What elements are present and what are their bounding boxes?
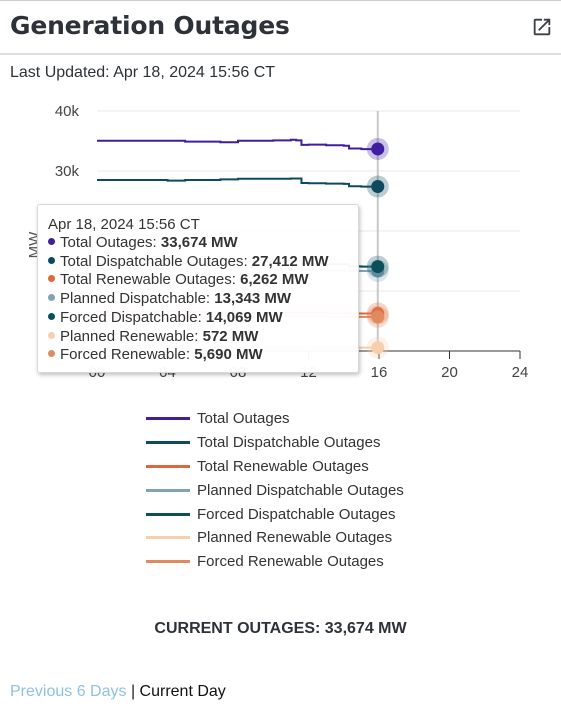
previous-6-days-link[interactable]: Previous 6 Days [10, 683, 127, 700]
series-dot-icon [48, 256, 55, 264]
tooltip-row-value: 5,690 MW [194, 346, 263, 364]
page-title: Generation Outages [10, 11, 290, 40]
legend-swatch-icon [146, 417, 190, 421]
tooltip-row-value: 572 MW [202, 327, 259, 345]
chart-legend: Total Outages Total Dispatchable Outages T… [146, 407, 404, 574]
header: Generation Outages [0, 1, 561, 55]
tooltip-title: Apr 18, 2024 15:56 CT [48, 216, 200, 233]
y-axis-ticks: 40k 30k [55, 103, 80, 180]
legend-label: Forced Dispatchable Outages [197, 505, 396, 523]
y-tick-label: 30k [55, 163, 80, 180]
tooltip-row-label: Planned Dispatchable: [60, 290, 215, 308]
hover-marker [371, 341, 385, 355]
legend-label: Planned Renewable Outages [197, 529, 393, 547]
series-dot-icon [48, 350, 55, 358]
hover-marker [371, 180, 385, 194]
tooltip-row-value: 33,674 MW [160, 234, 238, 251]
x-tick-label: 16 [371, 364, 388, 381]
legend-swatch-icon [146, 536, 190, 540]
legend-item[interactable]: Total Dispatchable Outages [146, 431, 404, 455]
tooltip-row-value: 13,343 MW [214, 290, 291, 308]
hover-marker [371, 310, 385, 324]
legend-swatch-icon [146, 441, 190, 445]
tooltip-row-label: Forced Renewable: [60, 346, 195, 364]
legend-item[interactable]: Forced Dispatchable Outages [146, 502, 404, 526]
series-dot-icon [48, 294, 55, 302]
tooltip-row-value: 27,412 MW [251, 252, 329, 270]
tooltip-row: Total Outages: 33,674 MW [48, 234, 348, 253]
tooltip-row: Forced Renewable: 5,690 MW [48, 346, 348, 365]
legend-label: Forced Renewable Outages [197, 553, 384, 571]
legend-label: Total Renewable Outages [197, 457, 369, 475]
tooltip-row: Forced Dispatchable: 14,069 MW [48, 309, 348, 328]
current-day-link[interactable]: Current Day [140, 683, 226, 700]
legend-item[interactable]: Total Outages [146, 407, 404, 431]
external-link-icon[interactable] [531, 16, 553, 38]
tooltip-row: Planned Dispatchable: 13,343 MW [48, 290, 348, 309]
tooltip-row-label: Forced Dispatchable: [60, 308, 206, 326]
hover-marker [371, 142, 385, 156]
day-range-nav: Previous 6 Days | Current Day [10, 683, 226, 701]
tooltip-row-label: Total Dispatchable Outages: [60, 252, 252, 270]
legend-swatch-icon [146, 560, 190, 564]
legend-swatch-icon [146, 488, 190, 492]
nav-separator: | [126, 683, 140, 700]
legend-item[interactable]: Planned Renewable Outages [146, 526, 404, 550]
series-dot-icon [48, 312, 55, 320]
series-dot-icon [48, 331, 55, 339]
tooltip-row-value: 14,069 MW [205, 308, 283, 326]
legend-item[interactable]: Planned Dispatchable Outages [146, 478, 404, 502]
legend-label: Total Dispatchable Outages [197, 434, 381, 452]
y-tick-label: 40k [55, 103, 80, 120]
legend-label: Total Outages [197, 410, 290, 428]
legend-item[interactable]: Total Renewable Outages [146, 455, 404, 479]
tooltip-row-label: Planned Renewable: [60, 327, 203, 345]
series-dot-icon [48, 275, 55, 283]
series-line-total-dispatchable-outages[interactable] [97, 177, 379, 188]
legend-label: Planned Dispatchable Outages [197, 481, 404, 499]
x-tick-label: 24 [512, 364, 529, 381]
hover-marker [371, 260, 385, 274]
tooltip-row-label: Total Renewable Outages: [60, 271, 241, 289]
legend-swatch-icon [146, 512, 190, 516]
series-dot-icon [48, 238, 55, 245]
x-tick-label: 20 [441, 364, 458, 381]
series-line-total-outages[interactable] [97, 138, 379, 151]
tooltip-row-value: 6,262 MW [240, 271, 309, 289]
legend-swatch-icon [146, 464, 190, 468]
tooltip-row: Total Renewable Outages: 6,262 MW [48, 271, 348, 290]
tooltip-row: Total Dispatchable Outages: 27,412 MW [48, 253, 348, 272]
last-updated: Last Updated: Apr 18, 2024 15:56 CT [10, 64, 276, 81]
tooltip-row-label: Total Outages: [60, 234, 161, 251]
legend-item[interactable]: Forced Renewable Outages [146, 550, 404, 574]
current-outages: CURRENT OUTAGES: 33,674 MW [154, 620, 407, 637]
chart-tooltip: Apr 18, 2024 15:56 CT Total Outages: 33,… [37, 204, 359, 373]
tooltip-row: Planned Renewable: 572 MW [48, 328, 348, 347]
